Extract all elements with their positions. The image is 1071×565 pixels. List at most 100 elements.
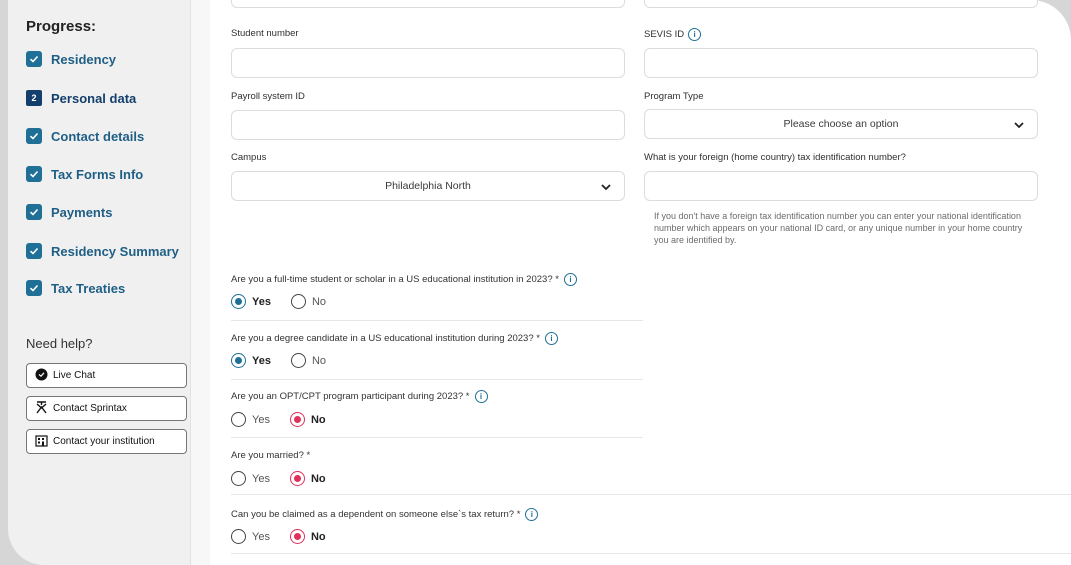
step-contact-details[interactable]: Contact details <box>26 128 144 144</box>
radio-no[interactable]: No <box>290 294 327 309</box>
radio-no[interactable]: No <box>289 412 326 427</box>
step-label: Residency Summary <box>51 243 179 259</box>
radio-yes[interactable]: Yes <box>231 294 271 309</box>
payroll-id-label: Payroll system ID <box>231 91 305 102</box>
divider <box>231 553 1071 554</box>
live-chat-button[interactable]: Live Chat <box>26 363 187 388</box>
campus-value: Philadelphia North <box>385 180 471 192</box>
divider <box>231 320 643 321</box>
radio-empty-icon <box>290 294 306 309</box>
chevron-down-icon <box>600 181 612 193</box>
step-number-badge: 2 <box>26 90 42 106</box>
help-button-label: Contact Sprintax <box>53 403 127 414</box>
sevis-id-label: SEVIS ID <box>644 29 685 40</box>
radio-empty-icon <box>231 529 246 544</box>
step-label: Contact details <box>51 128 145 144</box>
radio-yes-label: Yes <box>252 295 271 308</box>
foreign-tin-label: What is your foreign (home country) tax … <box>644 152 906 163</box>
radio-selected-icon <box>231 294 246 309</box>
radio-empty-icon <box>231 412 246 427</box>
info-icon[interactable]: i <box>563 273 577 286</box>
campus-label: Campus <box>231 152 267 163</box>
check-icon <box>26 51 42 67</box>
question-degree-candidate: Are you a degree candidate in a US educa… <box>231 332 558 345</box>
radio-no-label: No <box>310 472 326 485</box>
radio-yes[interactable]: Yes <box>231 471 270 486</box>
radio-selected-icon <box>289 412 305 427</box>
radio-no-label: No <box>310 530 326 543</box>
radio-selected-icon <box>289 529 305 544</box>
help-button-label: Contact your institution <box>53 436 155 447</box>
step-residency-summary[interactable]: Residency Summary <box>26 243 179 259</box>
content-gutter <box>190 0 210 565</box>
check-icon <box>26 243 42 259</box>
building-icon <box>35 434 48 450</box>
divider <box>231 379 643 380</box>
radio-no-label: No <box>311 295 327 308</box>
radio-yes[interactable]: Yes <box>231 529 270 544</box>
question-full-time-student: Are you a full-time student or scholar i… <box>231 273 577 286</box>
radio-group-degree-candidate: Yes No <box>231 353 326 368</box>
radio-yes-label: Yes <box>252 530 270 543</box>
radio-no[interactable]: No <box>290 353 327 368</box>
step-label: Tax Treaties <box>51 280 126 296</box>
question-dependent: Can you be claimed as a dependent on som… <box>231 508 539 521</box>
step-payments[interactable]: Payments <box>26 204 112 220</box>
radio-no-label: No <box>311 354 327 367</box>
radio-yes[interactable]: Yes <box>231 412 270 427</box>
foreign-tin-input[interactable] <box>644 171 1038 201</box>
payroll-id-input[interactable] <box>231 110 625 140</box>
radio-yes-label: Yes <box>252 472 270 485</box>
chat-bubble-icon <box>35 368 48 384</box>
divider <box>231 494 1071 495</box>
divider <box>231 437 643 438</box>
question-text: Are you a full-time student or scholar i… <box>231 274 559 285</box>
radio-no[interactable]: No <box>289 529 326 544</box>
program-type-select[interactable]: Please choose an option <box>644 109 1038 139</box>
chevron-down-icon <box>1013 119 1025 131</box>
contact-sprintax-button[interactable]: Contact Sprintax <box>26 396 187 421</box>
radio-yes[interactable]: Yes <box>231 353 271 368</box>
previous-field-left[interactable] <box>231 0 625 8</box>
radio-group-opt-cpt: Yes No <box>231 412 326 427</box>
step-residency[interactable]: Residency <box>26 51 116 67</box>
step-tax-treaties[interactable]: Tax Treaties <box>26 280 125 296</box>
progress-title: Progress: <box>26 18 97 35</box>
sevis-id-input[interactable] <box>644 48 1038 78</box>
foreign-tin-hint: If you don't have a foreign tax identifi… <box>654 211 1023 245</box>
question-text: Can you be claimed as a dependent on som… <box>231 509 521 520</box>
question-text: Are you married? * <box>231 450 311 461</box>
check-icon <box>26 280 42 296</box>
check-icon <box>26 166 42 182</box>
sprintax-logo-icon <box>35 400 48 417</box>
check-icon <box>26 204 42 220</box>
sidebar: Progress: Residency 2 Personal data Cont… <box>8 0 190 565</box>
info-icon[interactable]: i <box>544 332 558 345</box>
radio-no-label: No <box>310 413 326 426</box>
step-label: Payments <box>51 204 113 220</box>
campus-select[interactable]: Philadelphia North <box>231 171 625 201</box>
step-label: Personal data <box>51 90 137 106</box>
radio-empty-icon <box>290 353 306 368</box>
radio-yes-label: Yes <box>252 354 271 367</box>
info-icon[interactable]: i <box>474 390 488 403</box>
app-frame: Progress: Residency 2 Personal data Cont… <box>0 0 1071 565</box>
student-number-input[interactable] <box>231 48 625 78</box>
question-text: Are you a degree candidate in a US educa… <box>231 333 540 344</box>
radio-empty-icon <box>231 471 246 486</box>
question-married: Are you married? * <box>231 450 310 461</box>
need-help-title: Need help? <box>26 336 93 351</box>
step-tax-forms-info[interactable]: Tax Forms Info <box>26 166 143 182</box>
check-icon <box>26 128 42 144</box>
info-icon[interactable]: i <box>525 508 539 521</box>
radio-no[interactable]: No <box>289 471 326 486</box>
student-number-label: Student number <box>231 28 299 39</box>
info-icon[interactable]: i <box>688 28 702 41</box>
radio-selected-icon <box>231 353 246 368</box>
radio-group-dependent: Yes No <box>231 529 326 544</box>
program-type-label: Program Type <box>644 91 704 102</box>
step-personal-data[interactable]: 2 Personal data <box>26 90 136 106</box>
previous-field-right[interactable] <box>644 0 1038 8</box>
question-text: Are you an OPT/CPT program participant d… <box>231 391 470 402</box>
contact-institution-button[interactable]: Contact your institution <box>26 429 187 454</box>
